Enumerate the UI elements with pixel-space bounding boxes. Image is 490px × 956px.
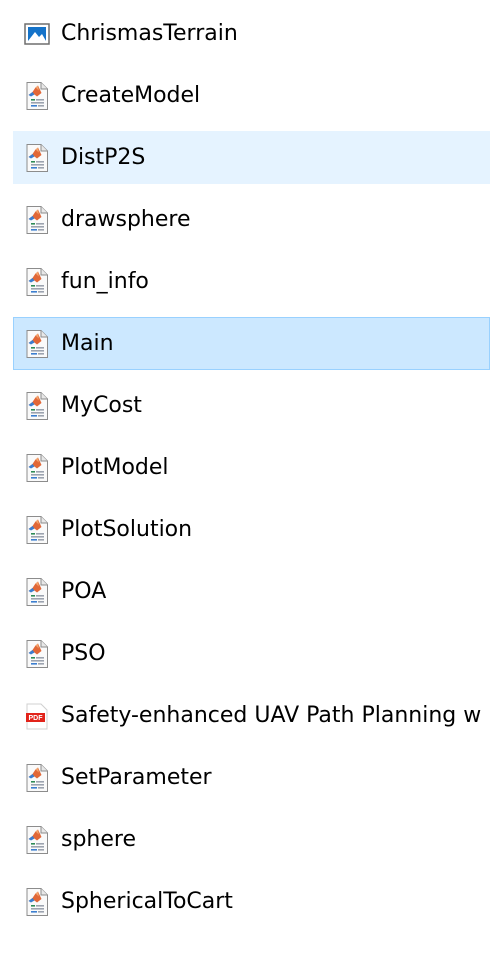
file-row[interactable]: SetParameter xyxy=(0,747,490,809)
file-row[interactable]: SphericalToCart xyxy=(0,871,490,933)
file-row[interactable]: sphere xyxy=(0,809,490,871)
file-row[interactable]: POA xyxy=(0,561,490,623)
file-name: PlotSolution xyxy=(61,517,193,542)
file-row[interactable]: PlotModel xyxy=(0,437,490,499)
matlab-file-icon xyxy=(22,577,52,607)
matlab-file-icon xyxy=(22,391,52,421)
file-row[interactable]: drawsphere xyxy=(0,189,490,251)
file-row[interactable]: MyCost xyxy=(0,375,490,437)
file-name: SphericalToCart xyxy=(61,889,233,914)
file-row[interactable]: CreateModel xyxy=(0,65,490,127)
file-name: PlotModel xyxy=(61,455,169,480)
file-name: POA xyxy=(61,579,107,604)
file-row[interactable]: PSO xyxy=(0,623,490,685)
image-file-icon xyxy=(22,19,52,49)
file-name: ChrismasTerrain xyxy=(61,21,238,46)
file-row[interactable]: DistP2S xyxy=(0,127,490,189)
matlab-file-icon xyxy=(22,515,52,545)
file-name: Main xyxy=(61,331,114,356)
file-name: sphere xyxy=(61,827,137,852)
matlab-file-icon xyxy=(22,763,52,793)
svg-text:PDF: PDF xyxy=(29,715,44,722)
matlab-file-icon xyxy=(22,825,52,855)
file-row[interactable]: PDF Safety-enhanced UAV Path Planning w xyxy=(0,685,490,747)
matlab-file-icon xyxy=(22,453,52,483)
file-row[interactable]: PlotSolution xyxy=(0,499,490,561)
file-row[interactable]: ChrismasTerrain xyxy=(0,3,490,65)
file-name: PSO xyxy=(61,641,106,666)
file-name: MyCost xyxy=(61,393,142,418)
matlab-file-icon xyxy=(22,329,52,359)
matlab-file-icon xyxy=(22,81,52,111)
matlab-file-icon xyxy=(22,639,52,669)
matlab-file-icon xyxy=(22,887,52,917)
file-name: DistP2S xyxy=(61,145,146,170)
file-name: CreateModel xyxy=(61,83,201,108)
matlab-file-icon xyxy=(22,205,52,235)
file-name: drawsphere xyxy=(61,207,191,232)
file-row[interactable]: fun_info xyxy=(0,251,490,313)
file-list: ChrismasTerrain CreateModel DistP2S draw… xyxy=(0,3,490,933)
matlab-file-icon xyxy=(22,267,52,297)
file-name: SetParameter xyxy=(61,765,212,790)
file-name: Safety-enhanced UAV Path Planning w xyxy=(61,703,482,728)
file-row[interactable]: Main xyxy=(0,313,490,375)
file-name: fun_info xyxy=(61,269,149,294)
pdf-file-icon: PDF xyxy=(22,701,52,731)
matlab-file-icon xyxy=(22,143,52,173)
